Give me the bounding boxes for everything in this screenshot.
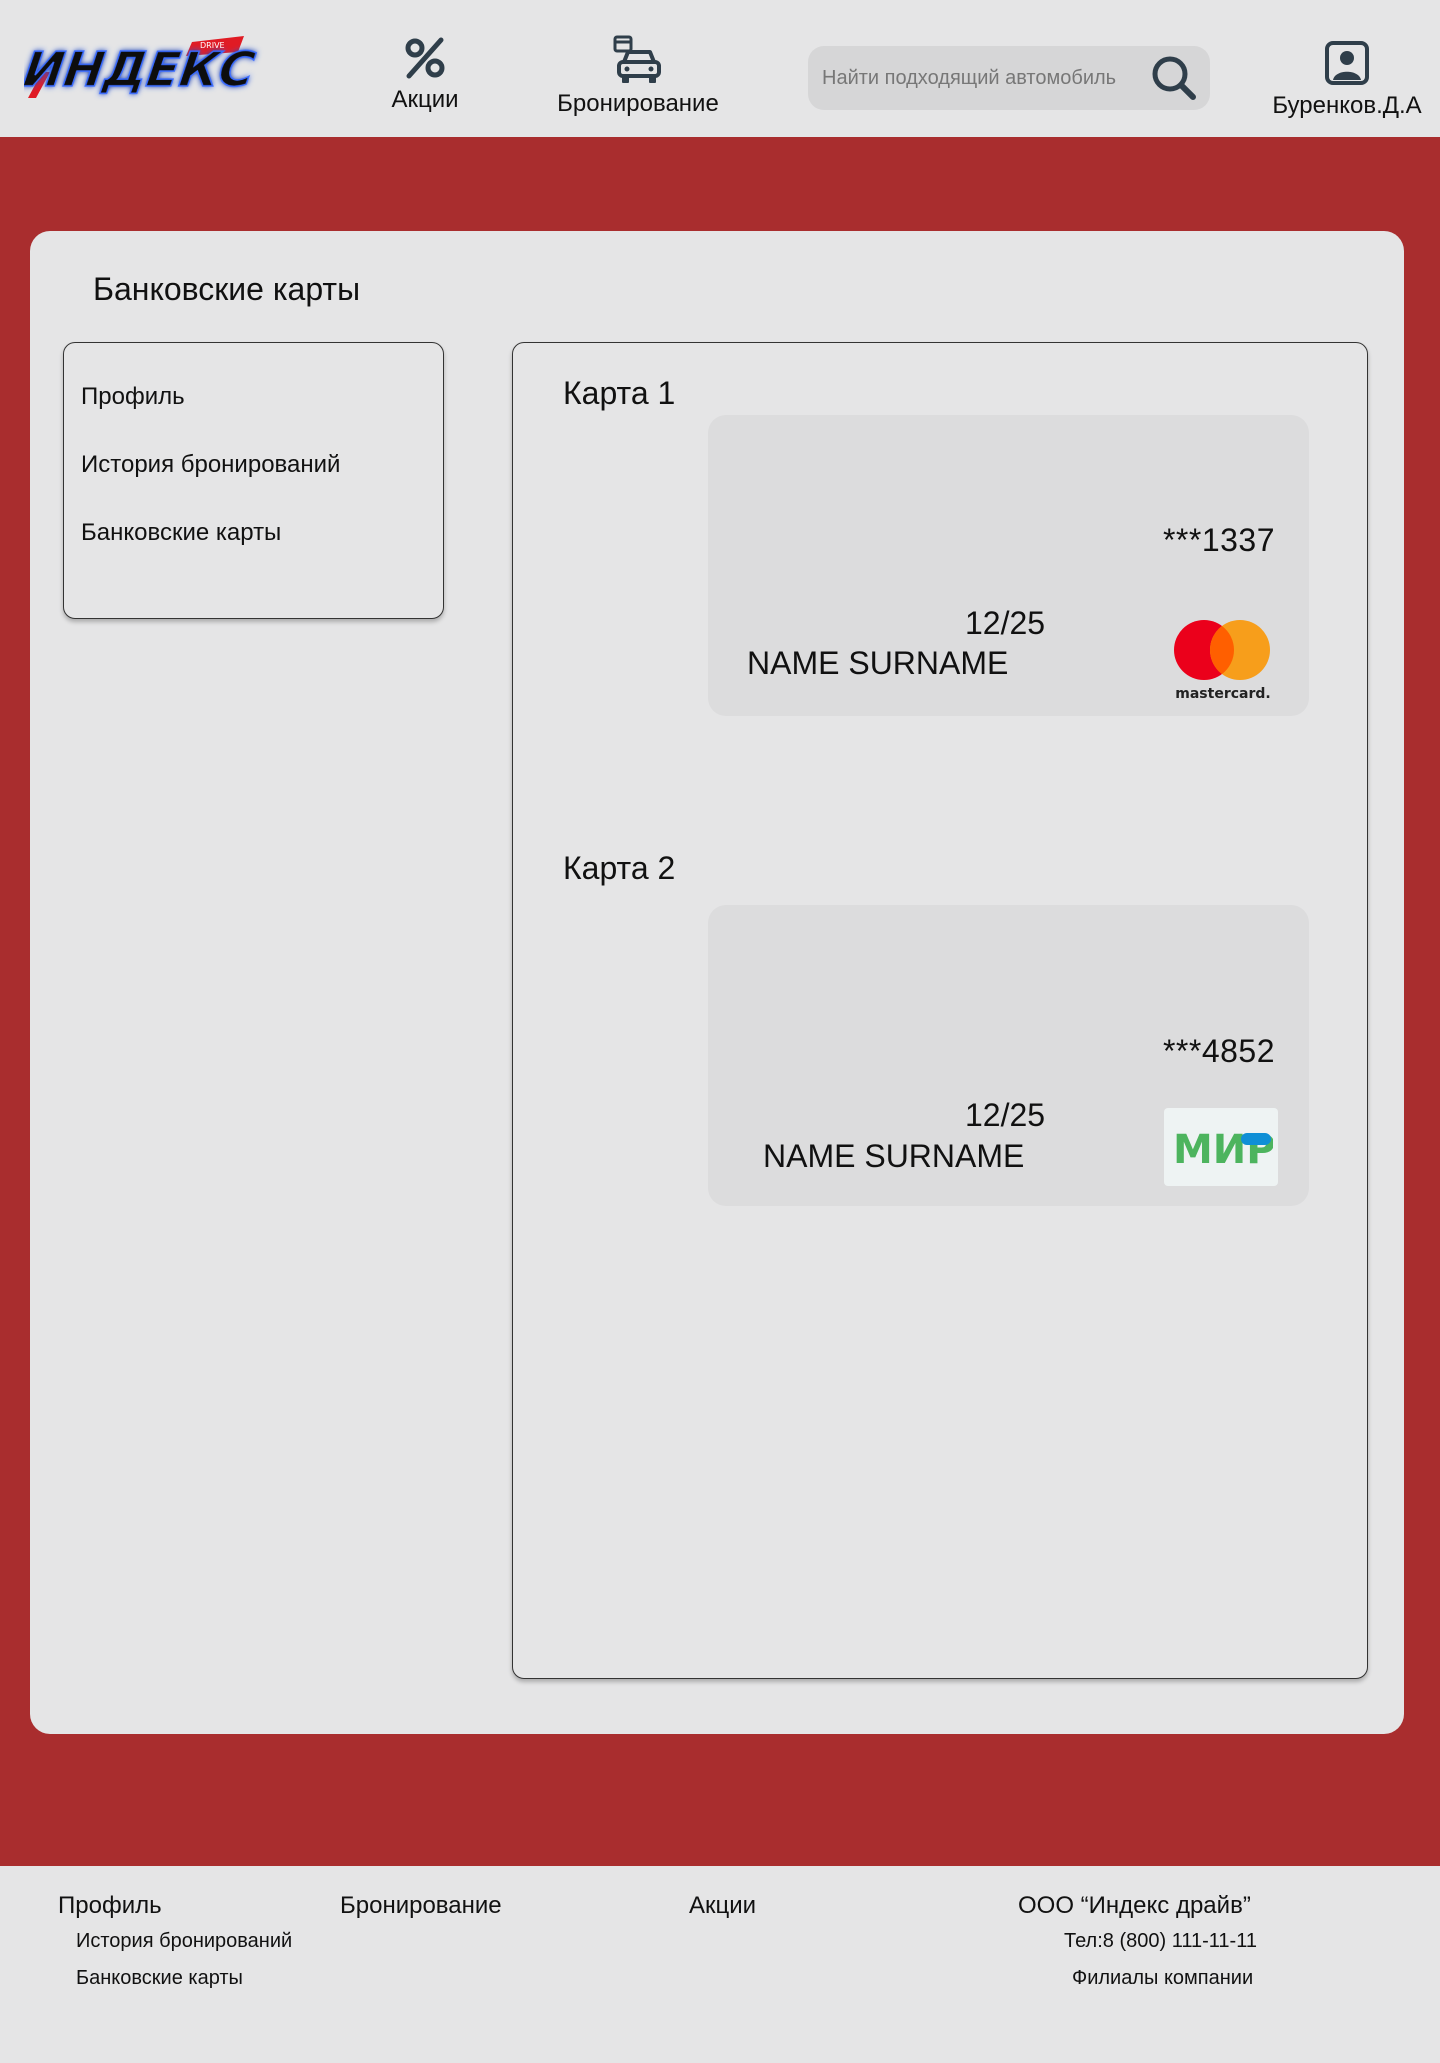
footer-profile-link[interactable]: Профиль [58,1892,162,1920]
nav-promo[interactable]: Акции [385,34,465,114]
footer-booking-link[interactable]: Бронирование [340,1892,502,1920]
search-button[interactable] [1150,54,1198,102]
footer-bank-cards-link[interactable]: Банковские карты [76,1967,243,1990]
sidebar-item-bank-cards[interactable]: Банковские карты [81,519,281,547]
sidebar-item-booking-history[interactable]: История бронирований [81,451,340,479]
search-icon [1152,56,1196,100]
bank-card-1[interactable]: ***1337 12/25 NAME SURNAME mastercard. [708,415,1309,716]
top-header: ИНДЕКС DRIVE Акции Бронирование Найти по… [0,0,1440,137]
card-2-holder: NAME SURNAME [763,1138,1025,1174]
mastercard-text: mastercard. [1175,686,1271,702]
user-name: Буренков.Д.А [1272,92,1422,119]
percent-icon [405,37,445,79]
search-bar [808,46,1210,110]
nav-promo-label: Акции [391,86,459,113]
search-input[interactable] [822,66,1152,90]
card-2-label: Карта 2 [563,850,676,886]
logo-image: ИНДЕКС DRIVE [19,36,259,99]
footer-booking-history-link[interactable]: История бронирований [76,1930,292,1953]
card-1-label: Карта 1 [563,375,676,411]
nav-booking-label: Бронирование [557,90,719,117]
sidebar-item-profile[interactable]: Профиль [81,383,185,411]
cards-content: Карта 1 ***1337 12/25 NAME SURNAME maste… [512,342,1368,1679]
card-1-holder: NAME SURNAME [747,645,1009,681]
car-booking-icon [613,35,661,83]
mir-icon: МИР [1173,1127,1273,1169]
logo-subtext: DRIVE [200,41,225,50]
user-profile-icon [1325,41,1369,85]
bank-card-2[interactable]: ***4852 12/25 NAME SURNAME МИР [708,905,1309,1206]
footer-company-name: ООО “Индекс драйв” [1018,1892,1251,1919]
card-2-number: ***4852 [1162,1033,1275,1069]
card-2-expiry: 12/25 [965,1097,1046,1133]
card-1-number: ***1337 [1162,522,1275,558]
footer-phone: Тел:8 (800) 111-11-11 [1064,1930,1257,1952]
sidebar-menu: Профиль История бронирований Банковские … [63,342,444,619]
user-profile[interactable]: Буренков.Д.А [1262,40,1432,120]
page-title: Банковские карты [93,271,361,307]
mir-logo: МИР [1164,1108,1278,1186]
card-1-expiry: 12/25 [965,605,1046,641]
logo-text: ИНДЕКС [24,42,258,98]
mastercard-logo: mastercard. [1170,619,1276,702]
footer-promo-link[interactable]: Акции [689,1892,756,1920]
main-panel: Банковские карты Профиль История брониро… [30,231,1404,1734]
footer: Профиль История бронирований Банковские … [0,1866,1440,2063]
mastercard-icon [1174,620,1270,680]
logo[interactable]: ИНДЕКС DRIVE [19,28,264,104]
nav-booking[interactable]: Бронирование [548,34,728,118]
footer-branches-link[interactable]: Филиалы компании [1072,1967,1253,1990]
